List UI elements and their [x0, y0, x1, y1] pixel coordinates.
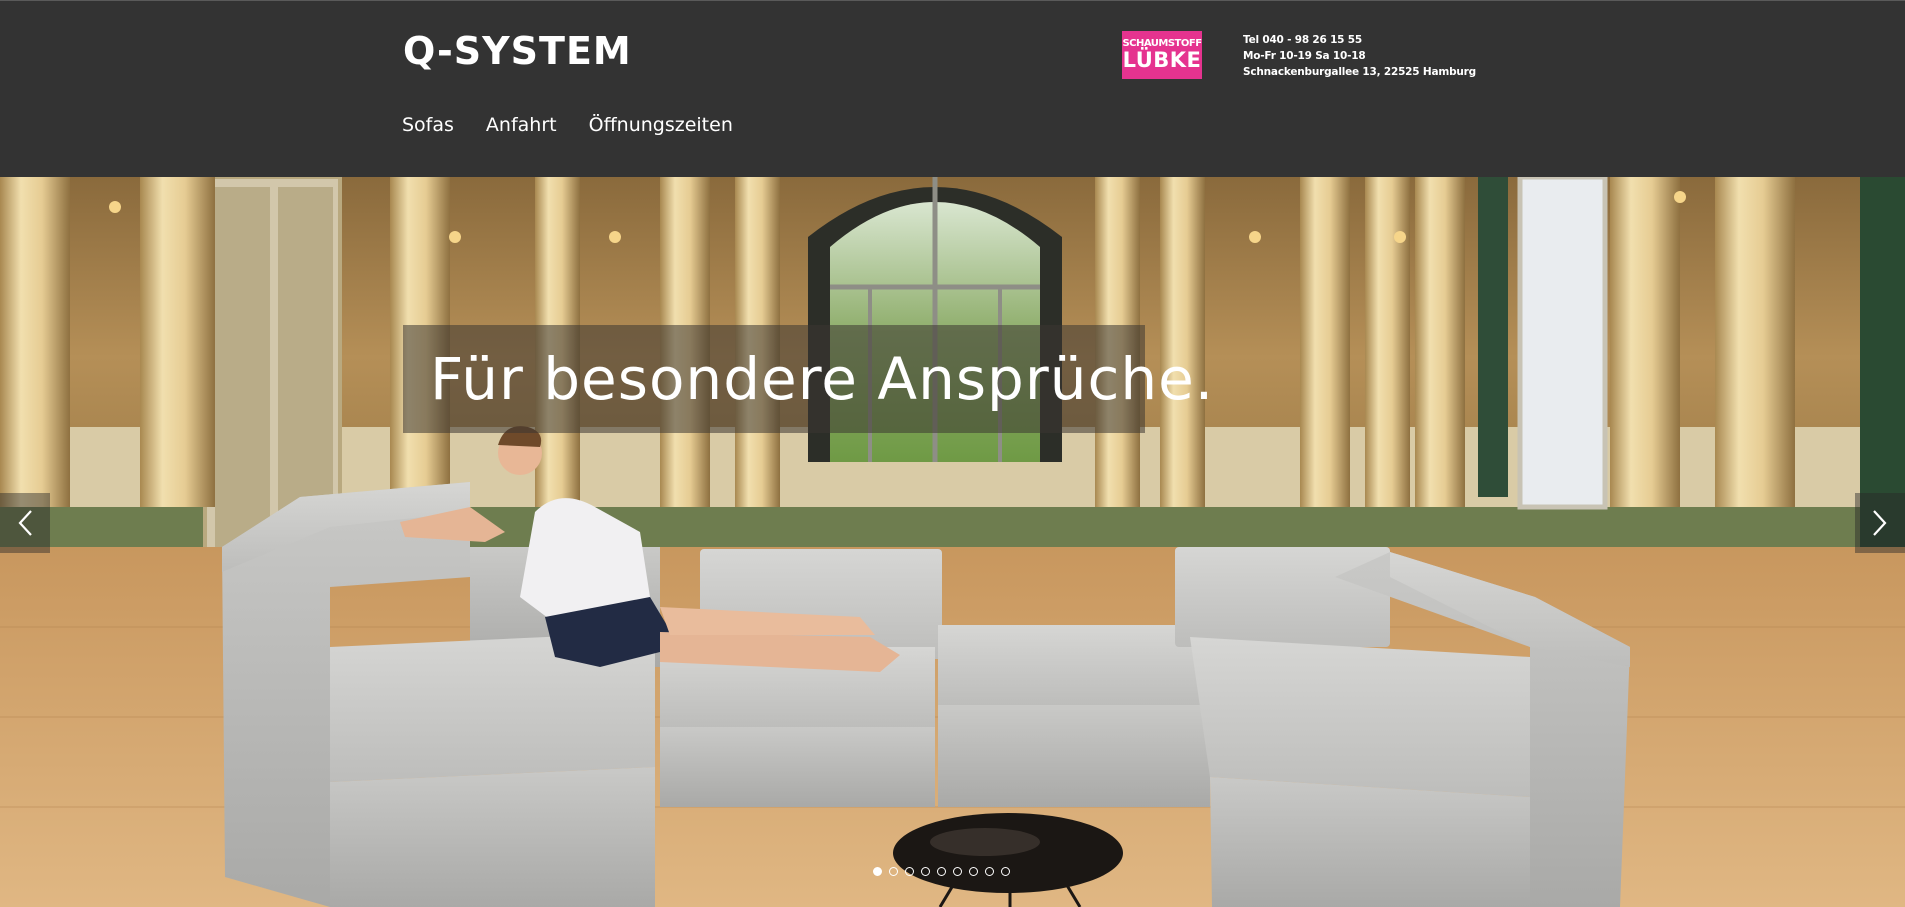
contact-info: Tel 040 - 98 26 15 55 Mo-Fr 10-19 Sa 10-…	[1243, 32, 1476, 80]
slider-prev-button[interactable]	[0, 493, 50, 553]
slider-pagination	[873, 867, 1010, 876]
chevron-right-icon	[1873, 510, 1887, 536]
slider-dot[interactable]	[905, 867, 914, 876]
slider-dot[interactable]	[969, 867, 978, 876]
partner-logo-line2: LÜBKE	[1122, 48, 1202, 72]
chevron-left-icon	[18, 510, 32, 536]
slider-dot[interactable]	[889, 867, 898, 876]
main-nav: Sofas Anfahrt Öffnungszeiten	[402, 114, 733, 136]
slider-dot[interactable]	[937, 867, 946, 876]
nav-item-sofas[interactable]: Sofas	[402, 114, 454, 136]
contact-hours: Mo-Fr 10-19 Sa 10-18	[1243, 50, 1366, 62]
slide-caption-text: Für besondere Ansprüche.	[430, 345, 1215, 413]
contact-address: Schnackenburgallee 13, 22525 Hamburg	[1243, 66, 1476, 78]
slider-dot[interactable]	[953, 867, 962, 876]
partner-logo[interactable]: SCHAUMSTOFF LÜBKE	[1122, 31, 1202, 79]
slider-dot[interactable]	[1001, 867, 1010, 876]
site-header: Q-SYSTEM SCHAUMSTOFF LÜBKE Tel 040 - 98 …	[0, 0, 1905, 177]
slide-caption: Für besondere Ansprüche.	[403, 325, 1213, 433]
hero-image	[0, 177, 1905, 907]
site-logo[interactable]: Q-SYSTEM	[403, 31, 632, 71]
slider-dot[interactable]	[985, 867, 994, 876]
nav-item-oeffnungszeiten[interactable]: Öffnungszeiten	[589, 114, 733, 136]
nav-item-anfahrt[interactable]: Anfahrt	[486, 114, 557, 136]
slider-dot[interactable]	[921, 867, 930, 876]
slider-dot[interactable]	[873, 867, 882, 876]
page: Q-SYSTEM SCHAUMSTOFF LÜBKE Tel 040 - 98 …	[0, 0, 1905, 907]
contact-phone: Tel 040 - 98 26 15 55	[1243, 34, 1362, 46]
hero-slider: Für besondere Ansprüche.	[0, 177, 1905, 907]
slider-next-button[interactable]	[1855, 493, 1905, 553]
